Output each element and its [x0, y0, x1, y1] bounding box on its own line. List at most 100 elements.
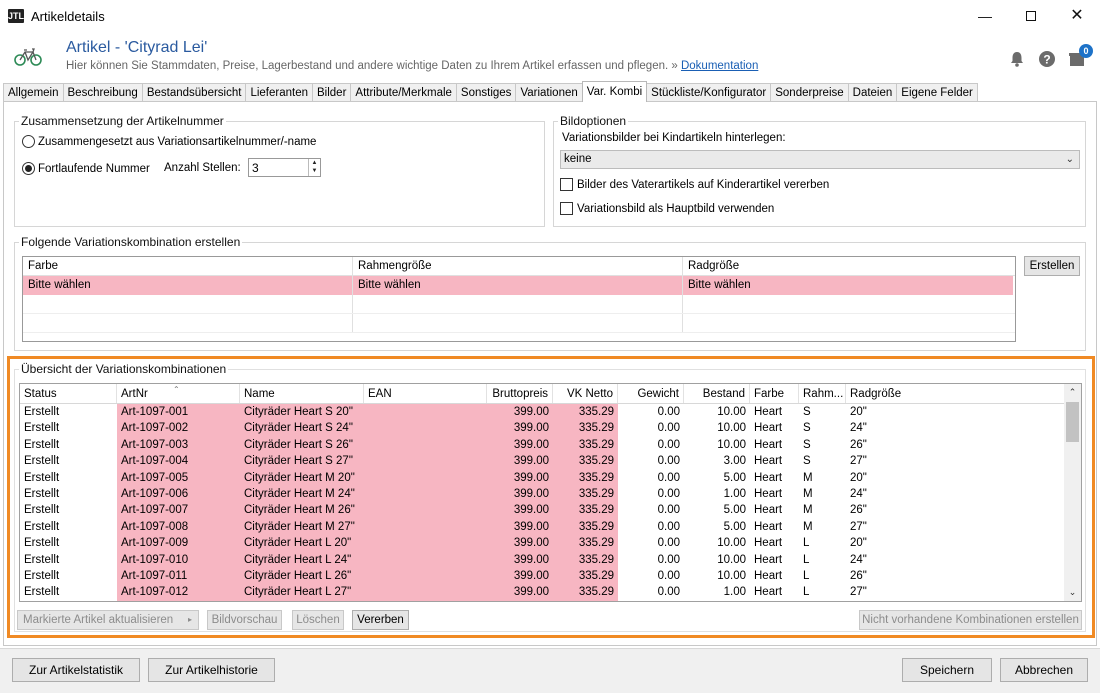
ean-cell[interactable] [364, 535, 487, 552]
column-header-ean[interactable]: EAN [364, 384, 487, 403]
gewicht-cell[interactable]: 0.00 [618, 437, 684, 453]
artnr-cell[interactable]: Art-1097-006 [117, 485, 240, 503]
ean-cell[interactable] [364, 420, 487, 437]
rahmengroesse-cell[interactable]: M [799, 502, 846, 518]
farbe-cell[interactable]: Bitte wählen [23, 276, 353, 295]
status-cell[interactable]: Erstellt [20, 453, 117, 469]
bruttopreis-cell[interactable]: 399.00 [487, 469, 553, 486]
rahmengroesse-cell[interactable]: M [799, 470, 846, 486]
rahmengroesse-cell[interactable]: S [799, 420, 846, 436]
vk-netto-cell[interactable]: 335.29 [553, 436, 618, 454]
bestand-cell[interactable]: 10.00 [684, 568, 750, 584]
gewicht-cell[interactable]: 0.00 [618, 519, 684, 535]
update-marked-button[interactable]: Markierte Artikel aktualisieren ▸ [17, 610, 199, 630]
bestand-cell[interactable]: 3.00 [684, 453, 750, 469]
image-preview-button[interactable]: Bildvorschau [207, 610, 282, 630]
name-cell[interactable]: Cityräder Heart M 20" [240, 469, 364, 486]
ean-cell[interactable] [364, 469, 487, 486]
tab-allgemein[interactable]: Allgemein [3, 83, 64, 102]
table-row[interactable]: Erstellt Art-1097-008 Cityräder Heart M 27… [20, 518, 1081, 536]
tab-beschreibung[interactable]: Beschreibung [62, 83, 143, 102]
radgroesse-cell[interactable]: 26" [846, 502, 1046, 518]
farbe-cell[interactable]: Heart [750, 420, 799, 436]
radgroesse-cell[interactable]: 26" [846, 437, 1046, 453]
ean-cell[interactable] [364, 453, 487, 470]
ean-cell[interactable] [364, 584, 487, 601]
rahmengroesse-cell[interactable]: S [799, 437, 846, 453]
radio-sequential-row[interactable]: Fortlaufende Nummer [22, 162, 150, 175]
inherit-images-checkbox[interactable] [560, 178, 573, 191]
main-image-checkbox-row[interactable]: Variationsbild als Hauptbild verwenden [560, 202, 774, 215]
article-history-button[interactable]: Zur Artikelhistorie [148, 658, 275, 682]
gewicht-cell[interactable]: 0.00 [618, 486, 684, 502]
ean-cell[interactable] [364, 404, 487, 421]
vk-netto-cell[interactable]: 335.29 [553, 404, 618, 421]
vk-netto-cell[interactable]: 335.29 [553, 469, 618, 486]
table-row[interactable]: Erstellt Art-1097-007 Cityräder Heart M 26… [20, 502, 1081, 519]
vk-netto-cell[interactable]: 335.29 [553, 518, 618, 536]
gewicht-cell[interactable]: 0.00 [618, 568, 684, 584]
column-header-farbe[interactable]: Farbe [23, 257, 353, 275]
radgroesse-cell[interactable]: 27" [846, 584, 1046, 600]
create-combo-row[interactable]: Bitte wählen Bitte wählen Bitte wählen [23, 276, 1013, 295]
bruttopreis-cell[interactable]: 399.00 [487, 485, 553, 503]
artnr-cell[interactable]: Art-1097-010 [117, 551, 240, 568]
rahmengroesse-cell[interactable]: L [799, 552, 846, 568]
farbe-cell[interactable]: Heart [750, 453, 799, 469]
farbe-cell[interactable]: Heart [750, 470, 799, 486]
help-icon[interactable]: ? [1038, 50, 1056, 68]
rahmengroesse-cell[interactable]: L [799, 584, 846, 600]
farbe-cell[interactable]: Heart [750, 535, 799, 551]
scroll-thumb[interactable] [1066, 402, 1079, 442]
artnr-cell[interactable]: Art-1097-002 [117, 420, 240, 437]
farbe-cell[interactable]: Heart [750, 584, 799, 600]
table-row[interactable]: Erstellt Art-1097-003 Cityräder Heart S 26… [20, 436, 1081, 454]
gewicht-cell[interactable]: 0.00 [618, 453, 684, 469]
create-combo-grid[interactable]: Farbe Rahmengröße Radgröße Bitte wählen … [22, 256, 1016, 342]
status-cell[interactable]: Erstellt [20, 552, 117, 568]
vk-netto-cell[interactable]: 335.29 [553, 453, 618, 470]
table-row[interactable]: Erstellt Art-1097-012 Cityräder Heart L 27… [20, 584, 1081, 601]
ean-cell[interactable] [364, 485, 487, 503]
save-button[interactable]: Speichern [902, 658, 992, 682]
vk-netto-cell[interactable]: 335.29 [553, 584, 618, 601]
artnr-cell[interactable]: Art-1097-005 [117, 469, 240, 486]
radgroesse-cell[interactable]: 20" [846, 470, 1046, 486]
inherit-images-checkbox-row[interactable]: Bilder des Vaterartikels auf Kinderartik… [560, 178, 829, 191]
farbe-cell[interactable]: Heart [750, 404, 799, 420]
cancel-button[interactable]: Abbrechen [1000, 658, 1088, 682]
digits-value[interactable]: 3 [252, 161, 259, 175]
bestand-cell[interactable]: 1.00 [684, 584, 750, 600]
gewicht-cell[interactable]: 0.00 [618, 404, 684, 420]
column-header-rahmengroesse[interactable]: Rahm... [799, 384, 846, 403]
status-cell[interactable]: Erstellt [20, 519, 117, 535]
vk-netto-cell[interactable]: 335.29 [553, 535, 618, 552]
vk-netto-cell[interactable]: 335.29 [553, 485, 618, 503]
farbe-cell[interactable]: Heart [750, 519, 799, 535]
name-cell[interactable]: Cityräder Heart S 24" [240, 420, 364, 437]
create-missing-combos-button[interactable]: Nicht vorhandene Kombinationen erstellen [859, 610, 1082, 630]
table-row[interactable]: Erstellt Art-1097-006 Cityräder Heart M 24… [20, 485, 1081, 503]
bruttopreis-cell[interactable]: 399.00 [487, 535, 553, 552]
vertical-scrollbar[interactable]: ⌃ ⌄ [1064, 384, 1081, 601]
radgroesse-cell[interactable]: 27" [846, 453, 1046, 469]
tab-dateien[interactable]: Dateien [847, 83, 898, 102]
bruttopreis-cell[interactable]: 399.00 [487, 567, 553, 585]
radgroesse-cell[interactable]: 20" [846, 535, 1046, 551]
farbe-cell[interactable]: Heart [750, 552, 799, 568]
name-cell[interactable]: Cityräder Heart L 27" [240, 584, 364, 601]
artnr-cell[interactable]: Art-1097-004 [117, 453, 240, 470]
status-cell[interactable]: Erstellt [20, 584, 117, 600]
column-header-farbe[interactable]: Farbe [750, 384, 799, 403]
documentation-link[interactable]: Dokumentation [681, 60, 758, 72]
bruttopreis-cell[interactable]: 399.00 [487, 518, 553, 536]
article-stats-button[interactable]: Zur Artikelstatistik [12, 658, 140, 682]
status-cell[interactable]: Erstellt [20, 404, 117, 420]
radio-sequential[interactable] [22, 162, 35, 175]
tab-bilder[interactable]: Bilder [312, 83, 352, 102]
column-header-vk-netto[interactable]: VK Netto [553, 384, 618, 403]
stepper-up-icon[interactable]: ▲ [309, 159, 320, 167]
bestand-cell[interactable]: 10.00 [684, 437, 750, 453]
vk-netto-cell[interactable]: 335.29 [553, 567, 618, 585]
gewicht-cell[interactable]: 0.00 [618, 502, 684, 518]
